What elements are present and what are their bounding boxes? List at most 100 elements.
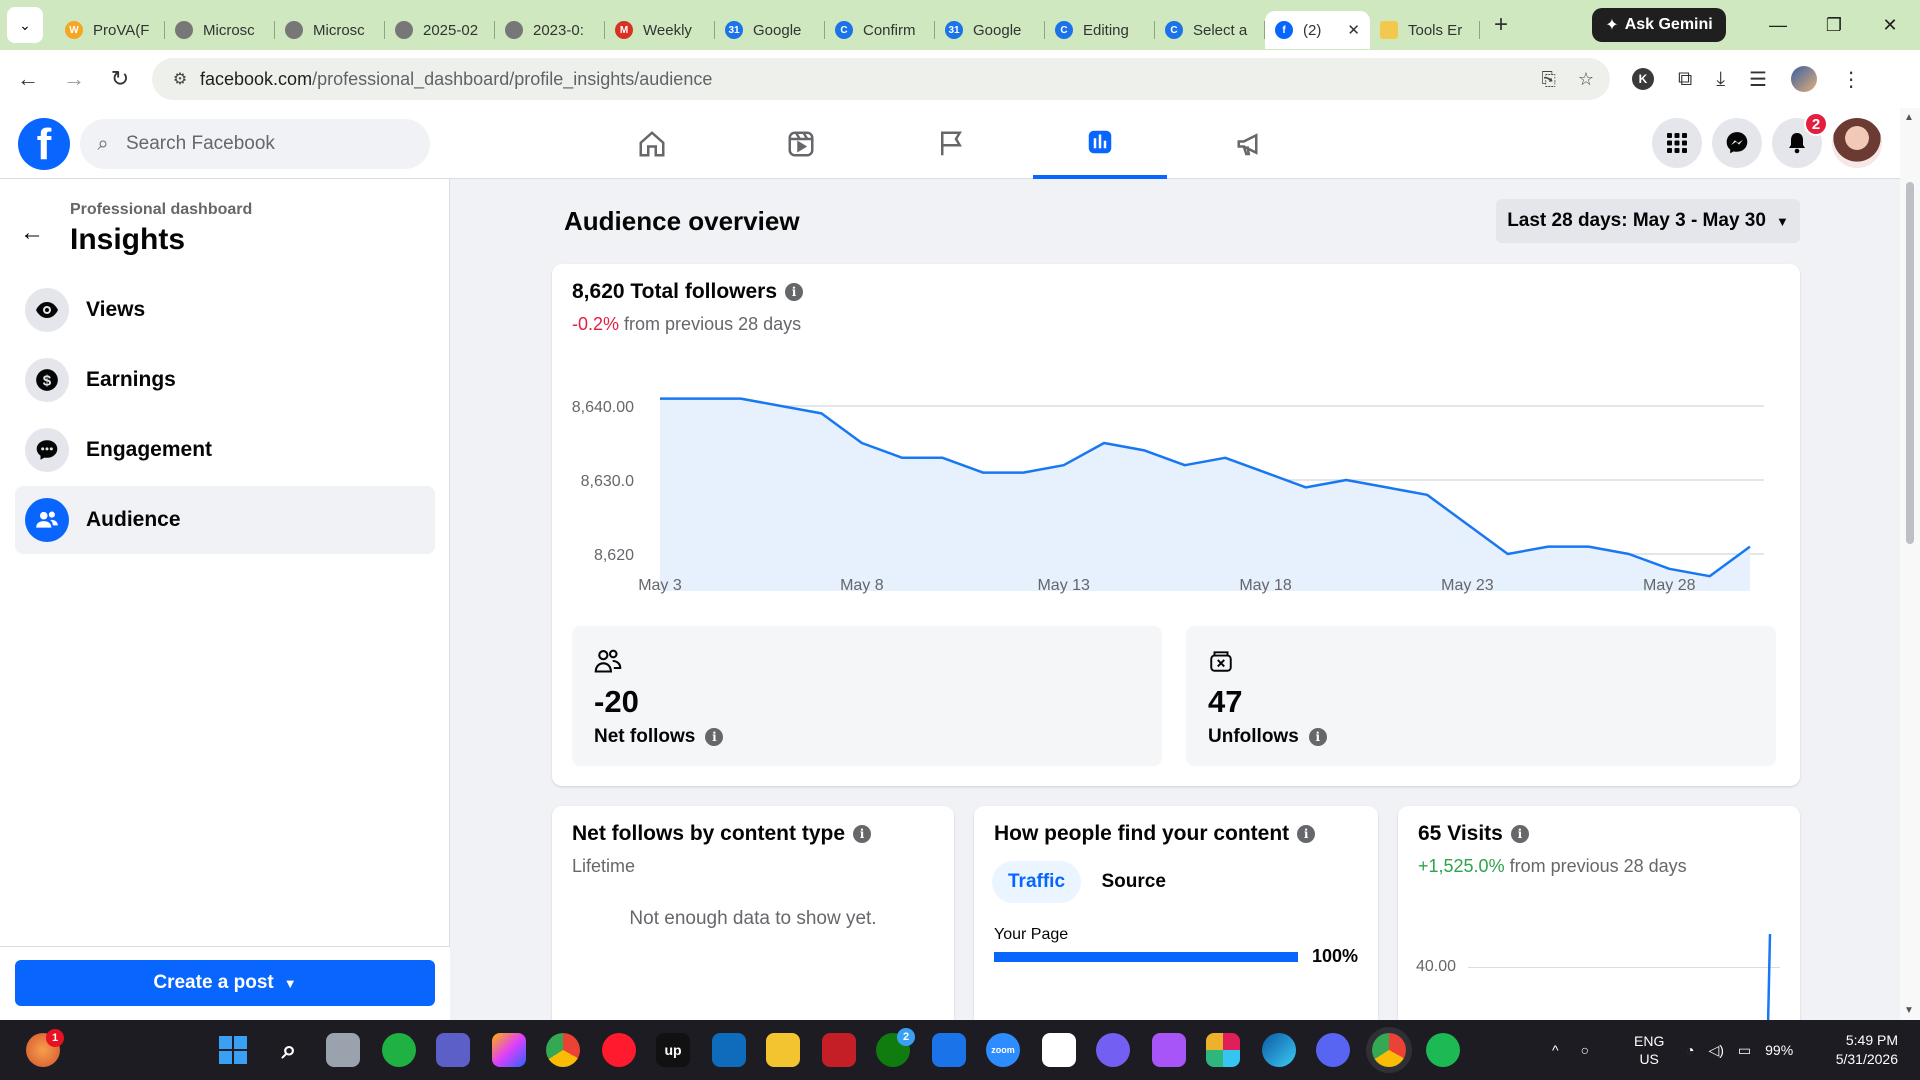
visits-card: 65 Visits i +1,525.0% from previous 28 da…	[1398, 806, 1800, 1046]
browser-tab[interactable]: C Select a	[1155, 11, 1265, 49]
ask-gemini-button[interactable]: ✦ Ask Gemini	[1592, 8, 1726, 42]
restore-button[interactable]: ❐	[1806, 0, 1862, 50]
info-icon[interactable]: i	[705, 728, 724, 746]
zoom-icon[interactable]: zoom	[986, 1033, 1020, 1067]
close-tab-icon[interactable]: ✕	[1347, 21, 1360, 39]
date-range-dropdown[interactable]: Last 28 days: May 3 - May 30 ▼	[1496, 199, 1800, 243]
start-button[interactable]	[216, 1033, 250, 1067]
browser-tab[interactable]: 2025-02	[385, 11, 495, 49]
discord-icon[interactable]	[1316, 1033, 1350, 1067]
extension-k-icon[interactable]: K	[1632, 68, 1654, 90]
browser-tab[interactable]: 31 Google	[935, 11, 1045, 49]
nav-ads-tab[interactable]	[1183, 108, 1317, 179]
search-input[interactable]	[126, 133, 406, 155]
app-red-icon[interactable]	[822, 1033, 856, 1067]
tab-search-button[interactable]: ⌄	[7, 7, 43, 43]
browser-tab[interactable]: Microsc	[275, 11, 385, 49]
file-explorer-icon[interactable]	[766, 1033, 800, 1067]
copilot-icon[interactable]	[492, 1033, 526, 1067]
tab-favicon-icon: C	[1165, 21, 1183, 39]
upwork-icon[interactable]: up	[656, 1033, 690, 1067]
install-app-icon[interactable]: ⎘	[1541, 69, 1555, 90]
menu-button[interactable]	[1652, 118, 1702, 168]
browser-tab[interactable]: W ProVA(F	[55, 11, 165, 49]
messenger-button[interactable]	[1712, 118, 1762, 168]
info-icon[interactable]: i	[1510, 825, 1529, 843]
tab-favicon-icon	[175, 21, 193, 39]
chrome-icon[interactable]	[546, 1033, 580, 1067]
sidebar-item-audience[interactable]: Audience	[15, 486, 435, 554]
wifi-icon[interactable]: ◔	[1686, 1042, 1694, 1058]
browser-tab[interactable]: M Weekly	[605, 11, 715, 49]
search-box[interactable]: ⌕	[80, 119, 430, 169]
info-icon[interactable]: i	[1297, 825, 1316, 843]
spotify-icon[interactable]	[1426, 1033, 1460, 1067]
browser-tab[interactable]: 31 Google	[715, 11, 825, 49]
task-view-icon[interactable]	[326, 1033, 360, 1067]
viber-icon[interactable]	[1096, 1033, 1130, 1067]
opera-icon[interactable]	[602, 1033, 636, 1067]
download-icon[interactable]: ⤓	[1716, 68, 1725, 91]
extensions-icon[interactable]: ⧉	[1678, 68, 1692, 91]
browser-tab[interactable]: 2023-0:	[495, 11, 605, 49]
browser-tab[interactable]: C Editing	[1045, 11, 1155, 49]
nav-home-tab[interactable]	[585, 108, 719, 179]
teams-icon[interactable]	[436, 1033, 470, 1067]
info-icon[interactable]: i	[785, 283, 804, 301]
browser-tab[interactable]: C Confirm	[825, 11, 935, 49]
clock[interactable]: 5:49 PM 5/31/2026	[1826, 1020, 1898, 1080]
tray-app-icon[interactable]: ○	[1581, 1042, 1589, 1058]
browser-tab[interactable]: Microsc	[165, 11, 275, 49]
tab-source[interactable]: Source	[1085, 861, 1181, 903]
settings-app-icon[interactable]	[932, 1033, 966, 1067]
xbox-icon[interactable]: 2	[876, 1028, 915, 1067]
info-icon[interactable]: i	[1308, 728, 1327, 746]
minimize-button[interactable]: —	[1750, 0, 1806, 50]
language-indicator[interactable]: ENG US	[1634, 1020, 1664, 1080]
info-icon[interactable]: i	[853, 825, 872, 843]
browser-tab[interactable]: Tools Er	[1370, 11, 1480, 49]
browser-tab-active[interactable]: f (2) ✕	[1265, 11, 1370, 49]
outlook-icon[interactable]	[712, 1033, 746, 1067]
search-taskbar-icon[interactable]: ⌕	[272, 1033, 306, 1067]
nav-dashboard-tab[interactable]	[1033, 108, 1167, 179]
battery-icon[interactable]: ▭	[1738, 1042, 1751, 1059]
scroll-down-icon[interactable]: ▼	[1904, 1005, 1914, 1016]
volume-icon[interactable]: ◁)	[1708, 1042, 1723, 1059]
edge-icon[interactable]	[1262, 1033, 1296, 1067]
slack-icon[interactable]	[1206, 1033, 1240, 1067]
new-tab-button[interactable]: +	[1494, 11, 1508, 39]
back-button[interactable]: ←	[10, 66, 46, 92]
create-post-button[interactable]: Create a post ▼	[15, 960, 435, 1006]
notifications-button[interactable]: 2	[1772, 112, 1828, 168]
media-control-icon[interactable]: ☰	[1749, 67, 1767, 92]
nav-pages-tab[interactable]	[884, 108, 1018, 179]
facebook-logo[interactable]: f	[18, 118, 70, 170]
chat-app-icon[interactable]	[382, 1033, 416, 1067]
sidebar-item-engagement[interactable]: Engagement	[15, 416, 435, 484]
tray-overflow-icon[interactable]: ^	[1552, 1042, 1559, 1058]
profile-avatar[interactable]	[1832, 118, 1882, 168]
address-bar[interactable]: ⚙ facebook.com/professional_dashboard/pr…	[152, 58, 1610, 100]
forward-button[interactable]: →	[56, 66, 92, 92]
copilot-app-icon[interactable]: 1	[26, 1029, 64, 1067]
tab-traffic[interactable]: Traffic	[992, 861, 1082, 903]
close-window-button[interactable]: ✕	[1862, 0, 1918, 50]
sidebar-item-views[interactable]: Views	[15, 276, 435, 344]
bookmark-star-icon[interactable]: ☆	[1578, 69, 1594, 90]
page-scrollbar[interactable]: ▲ ▼	[1900, 108, 1920, 1020]
back-arrow-icon[interactable]: ←	[20, 219, 44, 247]
browser-profile-avatar[interactable]	[1791, 66, 1818, 92]
site-settings-icon[interactable]: ⚙	[160, 69, 200, 89]
reload-button[interactable]: ↻	[102, 66, 138, 92]
people-icon	[36, 511, 58, 528]
chrome-active-icon[interactable]	[1372, 1033, 1406, 1067]
capcut-icon[interactable]	[1042, 1033, 1076, 1067]
scroll-up-icon[interactable]: ▲	[1904, 112, 1914, 123]
app-purple-icon[interactable]	[1152, 1033, 1186, 1067]
nav-reels-tab[interactable]	[734, 108, 868, 179]
browser-menu-icon[interactable]: ⋮	[1841, 67, 1861, 92]
x-tick-label: May 28	[1643, 577, 1696, 594]
scrollbar-thumb[interactable]	[1906, 182, 1914, 544]
sidebar-item-earnings[interactable]: $ Earnings	[15, 346, 435, 414]
